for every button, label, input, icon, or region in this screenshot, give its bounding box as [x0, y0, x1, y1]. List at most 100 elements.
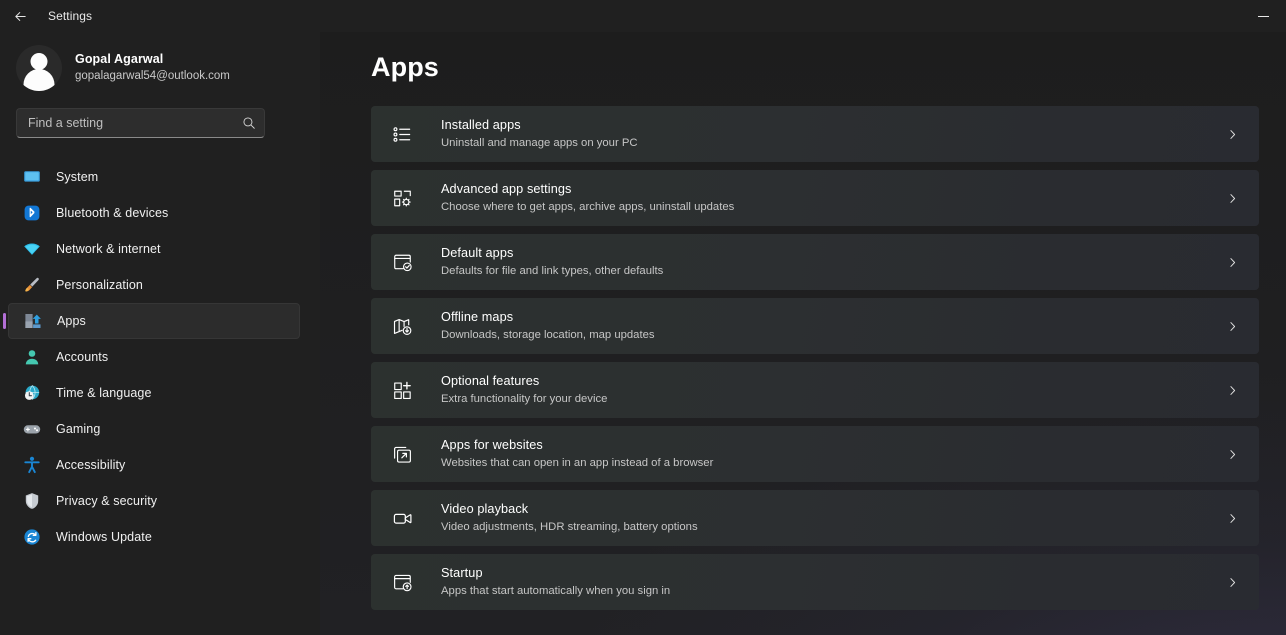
sidebar-item-windows-update[interactable]: Windows Update: [8, 519, 300, 555]
sidebar-item-label: Accounts: [56, 350, 108, 364]
sidebar-item-system[interactable]: System: [8, 159, 300, 195]
sidebar-item-label: Network & internet: [56, 242, 161, 256]
wifi-icon: [22, 239, 42, 259]
avatar-body: [24, 69, 55, 91]
sidebar-item-label: Gaming: [56, 422, 100, 436]
back-arrow-icon: [13, 9, 28, 24]
avatar: [16, 45, 62, 91]
shield-icon: [22, 491, 42, 511]
paintbrush-icon: [22, 275, 42, 295]
settings-card-video-playback[interactable]: Video playback Video adjustments, HDR str…: [371, 490, 1259, 546]
sidebar-item-apps[interactable]: Apps: [8, 303, 300, 339]
update-icon: [22, 527, 42, 547]
card-title: Installed apps: [441, 117, 1226, 134]
chevron-right-icon[interactable]: [1226, 128, 1243, 141]
grid-plus-icon: [389, 380, 415, 401]
sidebar-item-label: Bluetooth & devices: [56, 206, 168, 220]
accessibility-icon: [22, 455, 42, 475]
search-input[interactable]: [28, 116, 242, 130]
card-title: Offline maps: [441, 309, 1226, 326]
settings-card-list: Installed apps Uninstall and manage apps …: [371, 106, 1259, 610]
bluetooth-icon: [22, 203, 42, 223]
sidebar-item-personalization[interactable]: Personalization: [8, 267, 300, 303]
account-email: gopalagarwal54@outlook.com: [75, 69, 230, 83]
card-subtitle: Extra functionality for your device: [441, 392, 1226, 407]
sidebar-item-network-internet[interactable]: Network & internet: [8, 231, 300, 267]
card-title: Advanced app settings: [441, 181, 1226, 198]
chevron-right-icon[interactable]: [1226, 256, 1243, 269]
settings-card-offline-maps[interactable]: Offline mapsDownloads, storage location,…: [371, 298, 1259, 354]
chevron-right-icon[interactable]: [1226, 192, 1243, 205]
sidebar-item-accessibility[interactable]: Accessibility: [8, 447, 300, 483]
card-text: Apps for websites Websites that can open …: [441, 437, 1226, 470]
startup-window-icon: [389, 572, 415, 593]
search-icon[interactable]: [242, 116, 256, 130]
sidebar: Gopal Agarwal gopalagarwal54@outlook.com…: [0, 32, 320, 635]
sidebar-item-label: Apps: [57, 314, 86, 328]
chevron-right-icon[interactable]: [1226, 384, 1243, 397]
external-link-icon: [389, 444, 415, 465]
chevron-right-icon[interactable]: [1226, 320, 1243, 333]
sidebar-item-label: Time & language: [56, 386, 152, 400]
card-text: Video playback Video adjustments, HDR str…: [441, 501, 1226, 534]
card-text: Optional featuresExtra functionality for…: [441, 373, 1226, 406]
minimize-button[interactable]: [1240, 0, 1286, 32]
sidebar-nav: System Bluetooth & devices Network & inter…: [0, 159, 320, 555]
chevron-right-icon[interactable]: [1226, 512, 1243, 525]
minimize-icon: [1258, 16, 1269, 17]
monitor-icon: [22, 167, 42, 187]
card-title: Video playback: [441, 501, 1226, 518]
sidebar-item-label: Accessibility: [56, 458, 125, 472]
avatar-head: [31, 53, 48, 70]
map-download-icon: [389, 316, 415, 337]
person-icon: [22, 347, 42, 367]
bulleted-list-icon: [389, 124, 415, 145]
sidebar-item-time-language[interactable]: Time & language: [8, 375, 300, 411]
chevron-right-icon[interactable]: [1226, 576, 1243, 589]
account-text: Gopal Agarwal gopalagarwal54@outlook.com: [75, 52, 230, 83]
card-subtitle: Defaults for file and link types, other …: [441, 264, 1226, 279]
sidebar-item-privacy-security[interactable]: Privacy & security: [8, 483, 300, 519]
sidebar-item-label: Personalization: [56, 278, 143, 292]
settings-card-advanced-app-settings[interactable]: Advanced app settingsChoose where to get…: [371, 170, 1259, 226]
card-title: Startup: [441, 565, 1226, 582]
settings-card-installed-apps[interactable]: Installed apps Uninstall and manage apps …: [371, 106, 1259, 162]
clock-globe-icon: [22, 383, 42, 403]
card-title: Default apps: [441, 245, 1226, 262]
search-container: [16, 108, 300, 138]
sidebar-item-gaming[interactable]: Gaming: [8, 411, 300, 447]
sidebar-item-label: Privacy & security: [56, 494, 157, 508]
settings-card-default-apps[interactable]: Default apps Defaults for file and link t…: [371, 234, 1259, 290]
card-title: Apps for websites: [441, 437, 1226, 454]
account-card[interactable]: Gopal Agarwal gopalagarwal54@outlook.com: [0, 32, 320, 94]
search-box[interactable]: [16, 108, 265, 138]
window-check-icon: [389, 252, 415, 273]
settings-card-apps-for-websites[interactable]: Apps for websites Websites that can open …: [371, 426, 1259, 482]
settings-card-startup[interactable]: Startup Apps that start automatically whe…: [371, 554, 1259, 610]
sidebar-item-label: System: [56, 170, 98, 184]
video-camera-icon: [389, 508, 415, 529]
card-subtitle: Websites that can open in an app instead…: [441, 456, 1226, 471]
page-title: Apps: [371, 52, 1259, 83]
back-button[interactable]: [0, 0, 40, 32]
card-subtitle: Uninstall and manage apps on your PC: [441, 136, 1226, 151]
apps-icon: [23, 311, 43, 331]
account-name: Gopal Agarwal: [75, 52, 230, 68]
sidebar-item-bluetooth-devices[interactable]: Bluetooth & devices: [8, 195, 300, 231]
card-text: Offline mapsDownloads, storage location,…: [441, 309, 1226, 342]
title-bar: Settings: [0, 0, 1286, 32]
card-subtitle: Video adjustments, HDR streaming, batter…: [441, 520, 1226, 535]
gamepad-icon: [22, 419, 42, 439]
card-text: Startup Apps that start automatically whe…: [441, 565, 1226, 598]
settings-card-optional-features[interactable]: Optional featuresExtra functionality for…: [371, 362, 1259, 418]
card-subtitle: Apps that start automatically when you s…: [441, 584, 1226, 599]
sidebar-item-accounts[interactable]: Accounts: [8, 339, 300, 375]
settings-window: Settings Gopal Agarwal gopalagarwal54@ou…: [0, 0, 1286, 635]
window-controls: [1240, 0, 1286, 32]
card-text: Default apps Defaults for file and link t…: [441, 245, 1226, 278]
chevron-right-icon[interactable]: [1226, 448, 1243, 461]
main-content: Apps Installed apps Uninstall and manage …: [320, 32, 1286, 635]
card-text: Installed apps Uninstall and manage apps …: [441, 117, 1226, 150]
app-gear-icon: [389, 188, 415, 209]
card-text: Advanced app settingsChoose where to get…: [441, 181, 1226, 214]
